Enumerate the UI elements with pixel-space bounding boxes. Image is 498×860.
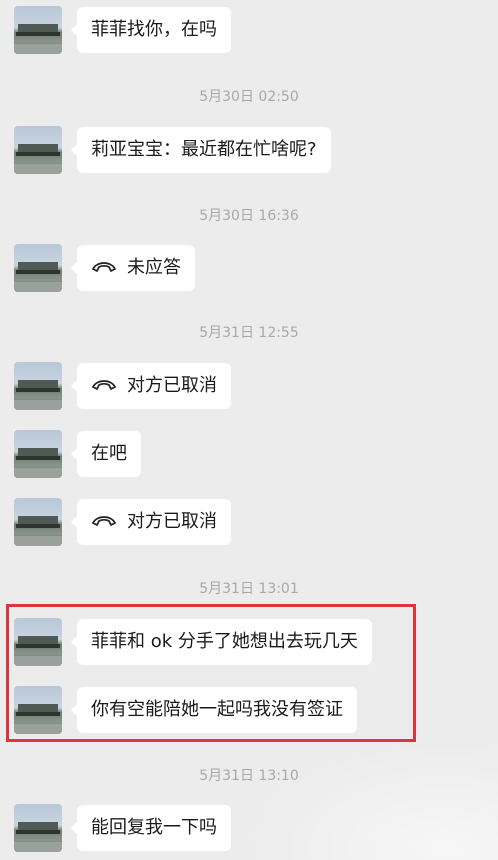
message-bubble[interactable]: 菲菲和 ok 分手了她想出去玩几天 [71,619,372,665]
message-bubble[interactable]: 菲菲找你，在吗 [71,7,231,53]
message-text: 菲菲和 ok 分手了她想出去玩几天 [91,631,358,652]
contact-avatar[interactable] [14,686,62,734]
contact-avatar[interactable] [14,6,62,54]
timestamp: 5月30日 02:50 [199,89,299,105]
contact-avatar[interactable] [14,362,62,410]
contact-avatar[interactable] [14,498,62,546]
message-bubble[interactable]: 在吧 [71,431,141,477]
contact-avatar[interactable] [14,804,62,852]
message-text: 莉亚宝宝：最近都在忙啥呢? [91,139,317,160]
phone-hangup-icon [92,516,116,526]
contact-avatar[interactable] [14,430,62,478]
contact-avatar[interactable] [14,618,62,666]
message-text: 在吧 [91,443,127,464]
call-bubble[interactable]: 未应答 [71,245,195,291]
timestamp: 5月30日 16:36 [199,208,299,224]
message-bubble[interactable]: 你有空能陪她一起吗我没有签证 [71,687,357,733]
contact-avatar[interactable] [14,244,62,292]
light-glare [238,740,498,860]
phone-hangup-icon [92,262,116,272]
message-text: 菲菲找你，在吗 [91,19,217,40]
timestamp: 5月31日 13:10 [199,768,299,784]
message-text: 对方已取消 [127,375,217,396]
contact-avatar[interactable] [14,126,62,174]
message-text: 未应答 [127,257,181,278]
timestamp: 5月31日 12:55 [199,325,299,341]
message-bubble[interactable]: 莉亚宝宝：最近都在忙啥呢? [71,127,331,173]
message-text: 你有空能陪她一起吗我没有签证 [91,699,343,720]
message-bubble[interactable]: 能回复我一下吗 [71,805,231,851]
call-bubble[interactable]: 对方已取消 [71,363,231,409]
message-text: 能回复我一下吗 [91,817,217,838]
timestamp: 5月31日 13:01 [199,581,299,597]
phone-hangup-icon [92,380,116,390]
message-text: 对方已取消 [127,511,217,532]
call-bubble[interactable]: 对方已取消 [71,499,231,545]
